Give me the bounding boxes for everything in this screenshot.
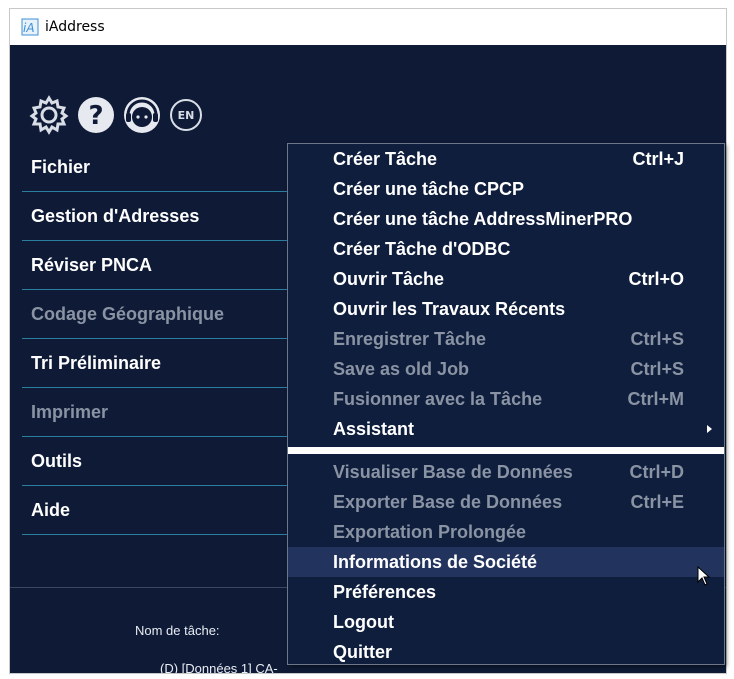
menu-item-logout[interactable]: Logout xyxy=(288,607,724,637)
support-agent-icon xyxy=(124,97,160,133)
menu-item-creer-tache-addressminerpro[interactable]: Créer une tâche AddressMinerPRO xyxy=(288,204,724,234)
menu-item-shortcut: Ctrl+O xyxy=(628,268,684,289)
menu-item-label: Créer Tâche xyxy=(333,148,438,169)
language-icon: EN xyxy=(170,99,202,131)
menu-item-visualiser-base: Visualiser Base de Données Ctrl+D xyxy=(288,457,724,487)
sidebar-item-fichier[interactable]: Fichier xyxy=(22,143,300,192)
menu-item-label: Ouvrir Tâche xyxy=(333,268,445,289)
sidebar-item-reviser-pnca[interactable]: Réviser PNCA xyxy=(22,241,300,290)
menu-item-label: Préférences xyxy=(333,581,437,602)
menu-item-label: Assistant xyxy=(333,418,415,439)
menu-item-shortcut: Ctrl+S xyxy=(630,358,684,379)
menu-item-creer-tache-odbc[interactable]: Créer Tâche d'ODBC xyxy=(288,234,724,264)
menu-item-shortcut: Ctrl+E xyxy=(630,491,684,512)
menu-item-fusionner-tache: Fusionner avec la Tâche Ctrl+M xyxy=(288,384,724,414)
job-path-text: (D) [Données 1] CA- xyxy=(160,661,278,674)
window-title: iAddress xyxy=(45,19,105,35)
menu-item-label: Ouvrir les Travaux Récents xyxy=(333,298,566,319)
submenu-arrow-icon xyxy=(707,425,712,433)
menu-item-label: Informations de Société xyxy=(333,551,538,572)
fichier-dropdown-menu: Créer Tâche Ctrl+J Créer une tâche CPCP C… xyxy=(287,143,725,665)
svg-text:iA: iA xyxy=(23,21,35,35)
menu-item-exporter-base: Exporter Base de Données Ctrl+E xyxy=(288,487,724,517)
menu-item-label: Fusionner avec la Tâche xyxy=(333,388,543,409)
sidebar-item-tri-preliminaire[interactable]: Tri Préliminaire xyxy=(22,339,300,388)
settings-button[interactable] xyxy=(28,94,70,136)
app-logo-icon: iA xyxy=(21,18,39,36)
sidebar-item-imprimer: Imprimer xyxy=(22,388,300,437)
language-code: EN xyxy=(178,109,195,122)
menu-item-preferences[interactable]: Préférences xyxy=(288,577,724,607)
menu-item-shortcut: Ctrl+S xyxy=(630,328,684,349)
menu-item-label: Exporter Base de Données xyxy=(333,491,563,512)
language-button[interactable]: EN xyxy=(168,97,204,133)
support-button[interactable] xyxy=(122,95,162,135)
gear-icon xyxy=(29,95,69,135)
menu-item-creer-tache[interactable]: Créer Tâche Ctrl+J xyxy=(288,144,724,174)
menu-item-label: Créer Tâche d'ODBC xyxy=(333,238,511,259)
title-bar: iA iAddress xyxy=(10,9,726,45)
menu-item-label: Créer une tâche CPCP xyxy=(333,178,525,199)
sidebar-item-codage-geographique: Codage Géographique xyxy=(22,290,300,339)
menu-item-label: Visualiser Base de Données xyxy=(333,461,573,482)
menu-item-label: Exportation Prolongée xyxy=(333,521,527,542)
menu-item-label: Logout xyxy=(333,611,394,632)
sidebar-item-aide[interactable]: Aide xyxy=(22,486,300,535)
menu-item-shortcut: Ctrl+M xyxy=(627,388,684,409)
menu-item-exportation-prolongee: Exportation Prolongée xyxy=(288,517,724,547)
menu-item-assistant[interactable]: Assistant xyxy=(288,414,724,444)
menu-separator xyxy=(288,447,724,454)
help-button[interactable]: ? xyxy=(76,95,116,135)
main-sidebar: Fichier Gestion d'Adresses Réviser PNCA … xyxy=(22,143,300,535)
menu-item-save-as-old-job: Save as old Job Ctrl+S xyxy=(288,354,724,384)
job-name-label: Nom de tâche: xyxy=(135,623,220,638)
menu-item-shortcut: Ctrl+J xyxy=(632,148,684,169)
menu-item-informations-societe[interactable]: Informations de Société xyxy=(288,547,724,577)
help-icon: ? xyxy=(78,97,114,133)
menu-item-label: Save as old Job xyxy=(333,358,470,379)
menu-item-quitter[interactable]: Quitter xyxy=(288,637,724,667)
sidebar-item-outils[interactable]: Outils xyxy=(22,437,300,486)
menu-item-label: Enregistrer Tâche xyxy=(333,328,487,349)
menu-item-label: Quitter xyxy=(333,641,393,662)
menu-item-shortcut: Ctrl+D xyxy=(629,461,684,482)
toolbar: ? EN xyxy=(28,94,210,136)
menu-item-label: Créer une tâche AddressMinerPRO xyxy=(333,208,633,229)
menu-item-ouvrir-tache[interactable]: Ouvrir Tâche Ctrl+O xyxy=(288,264,724,294)
menu-item-ouvrir-travaux-recents[interactable]: Ouvrir les Travaux Récents xyxy=(288,294,724,324)
menu-item-enregistrer-tache: Enregistrer Tâche Ctrl+S xyxy=(288,324,724,354)
mouse-cursor-icon xyxy=(697,566,711,586)
svg-text:?: ? xyxy=(88,101,103,131)
sidebar-item-gestion-adresses[interactable]: Gestion d'Adresses xyxy=(22,192,300,241)
menu-item-creer-tache-cpcp[interactable]: Créer une tâche CPCP xyxy=(288,174,724,204)
